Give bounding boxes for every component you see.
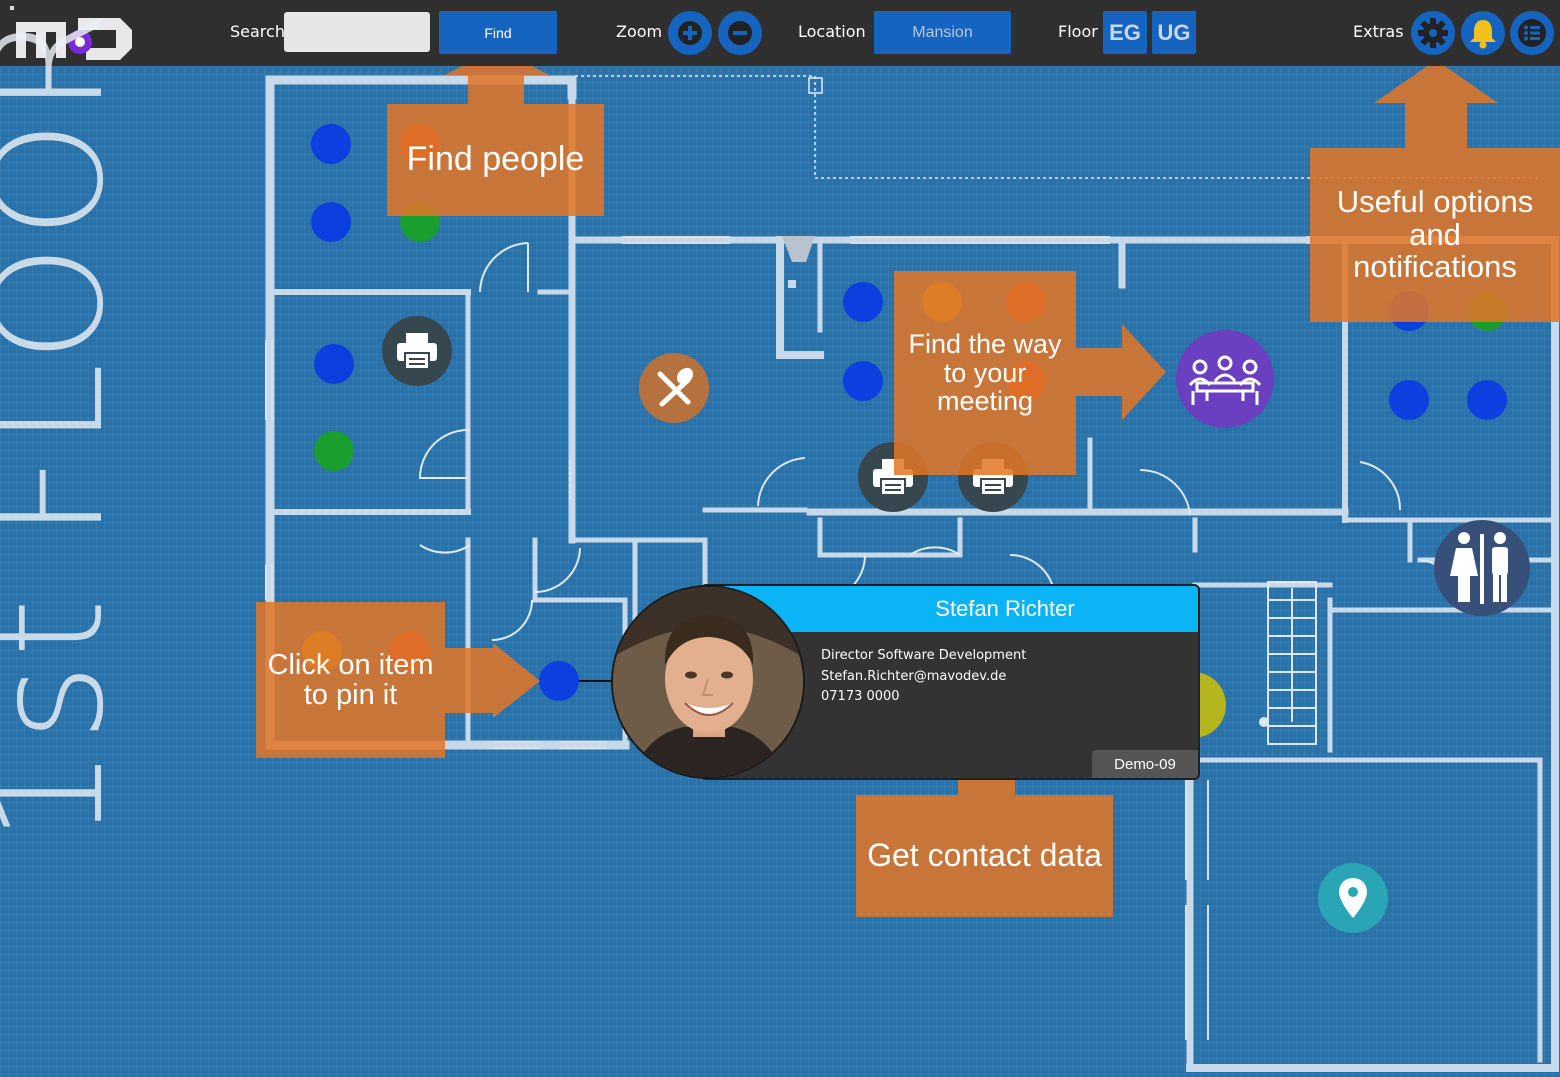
avatar <box>611 585 805 779</box>
minus-icon <box>728 21 752 45</box>
bell-icon <box>1470 20 1496 49</box>
person-dot[interactable] <box>314 344 354 384</box>
extras-label: Extras <box>1353 22 1404 41</box>
floor-ug-button[interactable]: UG <box>1152 11 1196 54</box>
search-input[interactable] <box>284 12 430 52</box>
callout-contact-data: Get contact data <box>856 795 1113 917</box>
zoom-label: Zoom <box>616 22 663 41</box>
person-dot[interactable] <box>843 361 883 401</box>
cutlery-icon[interactable] <box>639 353 709 423</box>
floor-map[interactable]: 1st FLOOR Find people Useful options and… <box>0 4 1560 1077</box>
gear-icon <box>1418 18 1448 48</box>
notifications-button[interactable] <box>1461 11 1505 55</box>
contact-email[interactable]: Stefan.Richter@mavodev.de <box>821 667 1026 688</box>
menu-button[interactable] <box>1510 11 1554 55</box>
person-dot[interactable] <box>1389 380 1429 420</box>
floor-eg-button[interactable]: EG <box>1103 11 1147 54</box>
location-select[interactable]: Mansion <box>874 11 1011 54</box>
person-dot[interactable] <box>314 431 354 471</box>
room-badge: Demo-09 <box>1092 750 1198 778</box>
zoom-out-button[interactable] <box>718 11 762 55</box>
contact-title: Director Software Development <box>821 648 1027 663</box>
person-dot-pinned[interactable] <box>539 661 579 701</box>
person-dot[interactable] <box>311 202 351 242</box>
search-label: Search <box>230 22 285 41</box>
callout-find-way: Find the way to your meeting <box>894 271 1076 475</box>
callout-find-people: Find people <box>387 104 604 216</box>
person-dot[interactable] <box>1467 380 1507 420</box>
printer-icon[interactable] <box>382 316 452 386</box>
zoom-in-button[interactable] <box>668 11 712 55</box>
contact-phone[interactable]: 07173 0000 <box>821 687 1026 708</box>
find-button[interactable]: Find <box>439 11 557 54</box>
callout-useful-options: Useful options and notifications <box>1310 148 1560 322</box>
location-pin-icon[interactable] <box>1318 863 1388 933</box>
location-label: Location <box>798 22 866 41</box>
list-icon <box>1518 19 1546 47</box>
floor-label: Floor <box>1058 22 1098 41</box>
restroom-icon[interactable] <box>1434 520 1530 616</box>
callout-click-pin: Click on item to pin it <box>256 602 445 758</box>
meeting-icon[interactable] <box>1176 330 1274 428</box>
settings-button[interactable] <box>1411 11 1455 55</box>
plus-icon <box>678 21 702 45</box>
person-dot[interactable] <box>843 282 883 322</box>
top-toolbar: Search Find Zoom Location Mansion Floor … <box>0 0 1560 66</box>
person-dot[interactable] <box>311 124 351 164</box>
